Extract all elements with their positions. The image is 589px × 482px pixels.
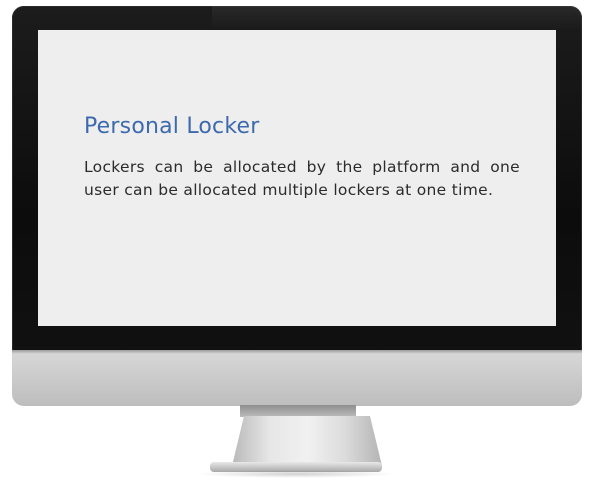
card-title: Personal Locker [84, 114, 260, 139]
monitor-stand [232, 416, 382, 466]
bezel-gloss [212, 6, 582, 30]
monitor-chin [12, 350, 582, 406]
floor-shadow [196, 470, 396, 478]
monitor-chin-edge [12, 350, 582, 354]
monitor-illustration: Personal Locker Lockers can be allocated… [0, 0, 589, 482]
monitor-screen: Personal Locker Lockers can be allocated… [38, 30, 556, 326]
monitor-stand-neck [240, 405, 356, 417]
card-description: Lockers can be allocated by the platform… [84, 158, 520, 199]
